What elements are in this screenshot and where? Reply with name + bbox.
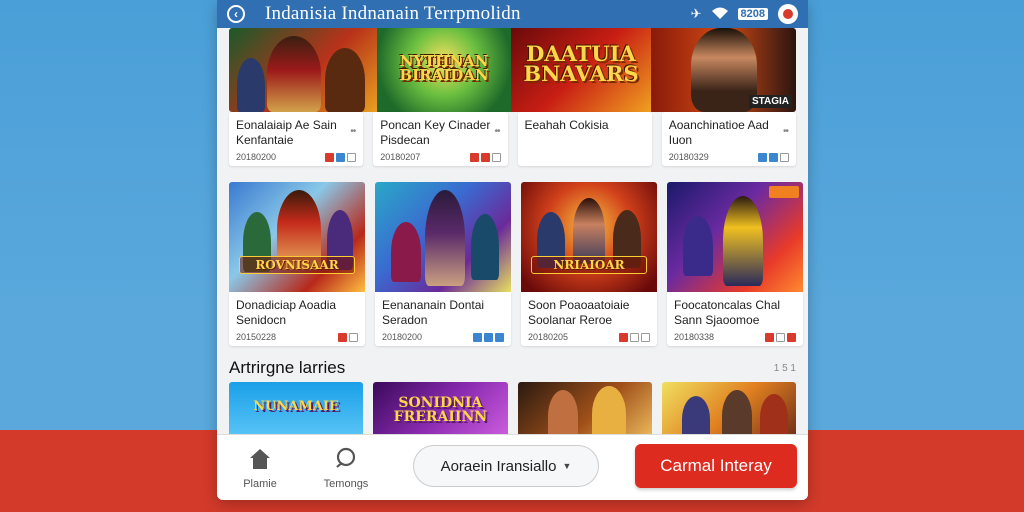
section-header: Artrirgne larries 1 5 1 xyxy=(229,354,796,382)
game-title: Foocatoncalas Chal Sann Sjaoomoe xyxy=(674,298,781,327)
platform-icons xyxy=(619,332,650,342)
more-icon[interactable]: •• xyxy=(350,126,356,137)
game-card[interactable]: Poncan Key Cinader Pisdecan 20180207 •• xyxy=(373,112,508,166)
app-title: Indanisia Indnanain Terrpmolidn xyxy=(265,3,521,24)
game-title: Aoanchinatioe Aad Iuon xyxy=(668,118,769,147)
more-icon[interactable]: •• xyxy=(783,126,789,137)
platform-icons xyxy=(338,332,358,342)
nav-home[interactable]: Plamie xyxy=(217,446,303,490)
game-logo-text: ROVNISAAR xyxy=(239,256,355,274)
platform-icons xyxy=(758,152,789,162)
content-area: NYTHNAN BIRAIDAN DAATUIA BNAVARS STAGIA … xyxy=(229,28,803,442)
game-date: 20180207 xyxy=(380,152,421,162)
primary-action-button[interactable]: Carmal Interay xyxy=(635,444,797,488)
game-grid-row: ROVNISAAR Donadiciap Aoadia Senidocn 201… xyxy=(229,182,803,346)
game-thumbnail[interactable]: ROVNISAAR xyxy=(229,182,365,292)
game-thumbnail[interactable] xyxy=(375,182,511,292)
game-title: Donadiciap Aoadia Senidocn xyxy=(236,298,337,327)
chevron-down-icon: ▼ xyxy=(562,461,572,471)
platform-icons xyxy=(473,332,504,342)
game-date: 20150228 xyxy=(236,332,277,342)
game-tile[interactable]: NRIAIOAR Soon Poaoaatoiaie Soolanar Rero… xyxy=(521,182,657,346)
game-title: Eonalaiaip Ae Sain Kenfantaie xyxy=(236,118,337,147)
banner-daatuia[interactable]: DAATUIA BNAVARS xyxy=(511,28,651,112)
banner-logo-text: NYTHNAN BIRAIDAN xyxy=(399,52,489,85)
battery-badge: 8208 xyxy=(737,8,768,20)
game-date: 20180205 xyxy=(528,332,569,342)
game-logo-text: NRIAIOAR xyxy=(531,256,647,274)
game-logo-text: SONIDNIA FRERAIINN xyxy=(393,395,488,425)
home-icon xyxy=(217,446,303,472)
game-date: 20180338 xyxy=(674,332,715,342)
game-thumbnail[interactable]: NRIAIOAR xyxy=(521,182,657,292)
top-app-bar: ‹ Indanisia Indnanain Terrpmolidn ✈ 8208 xyxy=(217,0,808,28)
status-bar: ✈ 8208 xyxy=(691,4,798,24)
game-thumbnail[interactable] xyxy=(661,382,796,442)
nav-home-label: Plamie xyxy=(243,477,277,490)
language-dropdown[interactable]: Aoraein Iransiallo ▼ xyxy=(413,445,599,487)
more-icon[interactable]: •• xyxy=(494,126,500,137)
game-title: Eenananain Dontai Seradon xyxy=(382,298,485,327)
game-info: Eenananain Dontai Seradon 20180200 xyxy=(375,292,511,346)
game-thumbnail[interactable] xyxy=(517,382,652,442)
banner-carousel[interactable]: NYTHNAN BIRAIDAN DAATUIA BNAVARS STAGIA xyxy=(229,28,796,112)
banner-tag: STAGIA xyxy=(748,95,792,108)
game-info-row: Eonalaiaip Ae Sain Kenfantaie 20180200 •… xyxy=(229,112,796,166)
game-thumbnail[interactable] xyxy=(667,182,803,292)
game-info: Foocatoncalas Chal Sann Sjaoomoe 2018033… xyxy=(667,292,803,346)
banner-nythnan[interactable]: NYTHNAN BIRAIDAN xyxy=(377,28,511,112)
game-title: Eeahah Cokisia xyxy=(524,118,609,132)
game-card[interactable]: Aoanchinatioe Aad Iuon 20180329 •• xyxy=(661,112,796,166)
game-date: 20180329 xyxy=(668,152,709,162)
game-info: Soon Poaoaatoiaie Soolanar Reroe 2018020… xyxy=(521,292,657,346)
game-date: 20180200 xyxy=(382,332,423,342)
recommended-row: NUNAMAIE SONIDNIA FRERAIINN xyxy=(229,382,796,442)
back-icon[interactable]: ‹ xyxy=(227,5,245,23)
game-thumbnail[interactable]: SONIDNIA FRERAIINN xyxy=(373,382,508,442)
wifi-icon xyxy=(711,7,728,22)
game-card[interactable]: Eeahah Cokisia xyxy=(517,112,652,166)
game-tile[interactable]: Foocatoncalas Chal Sann Sjaoomoe 2018033… xyxy=(667,182,803,346)
game-title: Soon Poaoaatoiaie Soolanar Reroe xyxy=(528,298,630,327)
platform-icons xyxy=(469,152,501,162)
platform-icons xyxy=(325,152,357,162)
game-date: 20180200 xyxy=(236,152,277,162)
game-info: Donadiciap Aoadia Senidocn 20150228 xyxy=(229,292,365,346)
game-thumbnail[interactable]: NUNAMAIE xyxy=(229,382,364,442)
nav-settings-label: Temongs xyxy=(323,477,369,490)
app-window: ‹ Indanisia Indnanain Terrpmolidn ✈ 8208… xyxy=(217,0,808,500)
dropdown-label: Aoraein Iransiallo xyxy=(440,457,557,475)
hot-badge xyxy=(769,186,799,198)
section-title: Artrirgne larries xyxy=(229,358,346,377)
banner-logo-text: DAATUIA BNAVARS xyxy=(523,41,639,86)
banner-hero-warrior[interactable] xyxy=(229,28,377,112)
nav-settings[interactable]: Temongs xyxy=(303,446,389,490)
airplane-icon: ✈ xyxy=(690,6,702,21)
platform-icons xyxy=(765,332,796,342)
game-tile[interactable]: ROVNISAAR Donadiciap Aoadia Senidocn 201… xyxy=(229,182,365,346)
record-icon[interactable] xyxy=(778,4,798,24)
game-card[interactable]: Eonalaiaip Ae Sain Kenfantaie 20180200 •… xyxy=(229,112,364,166)
game-title: Poncan Key Cinader Pisdecan xyxy=(380,118,491,147)
banner-hero-portrait[interactable]: STAGIA xyxy=(651,28,796,112)
bottom-navigation: Plamie Temongs Aoraein Iransiallo ▼ Carm… xyxy=(217,434,808,500)
see-more-link[interactable]: 1 5 1 xyxy=(774,363,796,374)
search-icon xyxy=(303,446,389,472)
game-logo-text: NUNAMAIE xyxy=(253,399,339,414)
game-tile[interactable]: Eenananain Dontai Seradon 20180200 xyxy=(375,182,511,346)
